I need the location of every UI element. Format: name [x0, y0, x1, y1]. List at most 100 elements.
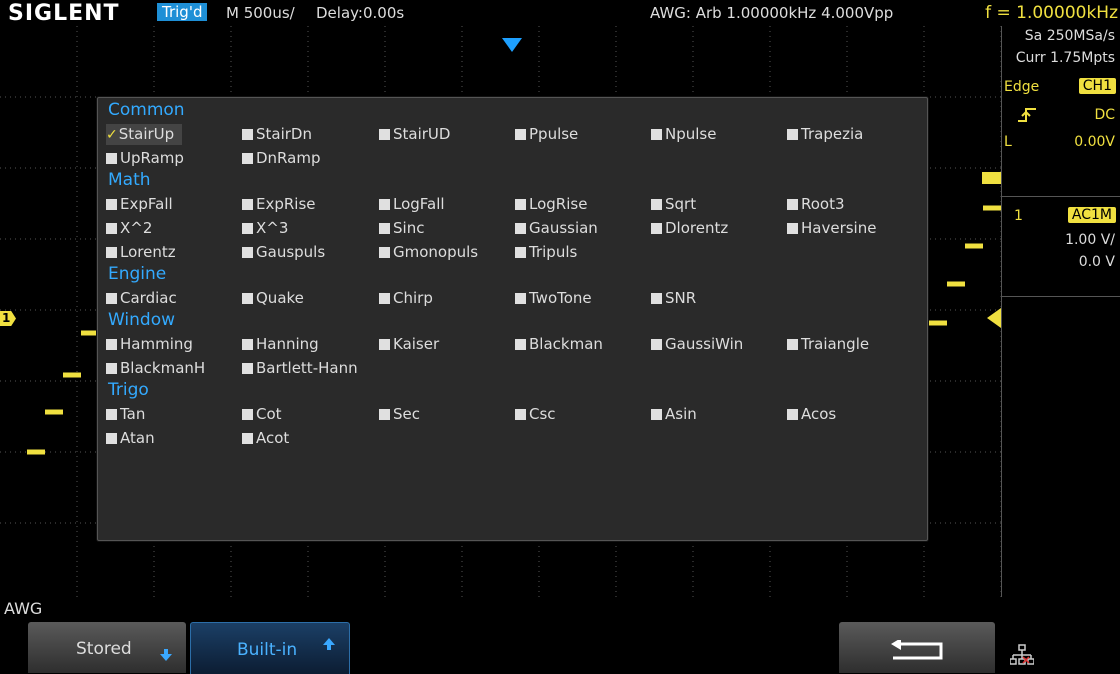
arrow-up-icon [323, 638, 335, 650]
waveform-option-gaussian[interactable]: Gaussian [515, 218, 598, 238]
waveform-option-tripuls[interactable]: Tripuls [515, 242, 577, 262]
waveform-option-logrise[interactable]: LogRise [515, 194, 587, 214]
return-button[interactable] [839, 622, 995, 673]
square-bullet-icon [242, 409, 253, 420]
sample-rate: Sa 250MSa/s [1024, 28, 1115, 44]
waveform-option-sinc[interactable]: Sinc [379, 218, 424, 238]
trigger-type: Edge [1004, 79, 1040, 95]
waveform-option-gauspuls[interactable]: Gauspuls [242, 242, 325, 262]
waveform-option-blackman[interactable]: Blackman [515, 334, 603, 354]
waveform-option-hamming[interactable]: Hamming [106, 334, 193, 354]
trigger-level-marker-icon [987, 308, 1001, 328]
waveform-option-hanning[interactable]: Hanning [242, 334, 319, 354]
waveform-option-asin[interactable]: Asin [651, 404, 697, 424]
waveform-option-trapezia[interactable]: Trapezia [787, 124, 863, 144]
square-bullet-icon [242, 433, 253, 444]
section-title-trigo: Trigo [108, 380, 149, 400]
channel1-section[interactable]: 1 AC1M 1.00 V/ 0.0 V [1002, 204, 1120, 294]
trigger-status-badge: Trig'd [157, 3, 208, 21]
stored-button[interactable]: Stored [28, 622, 186, 673]
waveform-option-chirp[interactable]: Chirp [379, 288, 433, 308]
waveform-option-lorentz[interactable]: Lorentz [106, 242, 176, 262]
waveform-option-npulse[interactable]: Npulse [651, 124, 716, 144]
waveform-option-expfall[interactable]: ExpFall [106, 194, 173, 214]
waveform-option-label: StairUp [118, 125, 175, 143]
waveform-option-label: Hanning [256, 335, 319, 353]
waveform-option-x-3[interactable]: X^3 [242, 218, 288, 238]
square-bullet-icon [106, 363, 117, 374]
waveform-option-label: Dlorentz [665, 219, 729, 237]
waveform-option-x-2[interactable]: X^2 [106, 218, 152, 238]
waveform-option-label: Gmonopuls [393, 243, 479, 261]
delay-readout[interactable]: Delay:0.00s [316, 4, 404, 22]
waveform-option-root3[interactable]: Root3 [787, 194, 845, 214]
waveform-option-exprise[interactable]: ExpRise [242, 194, 316, 214]
waveform-option-snr[interactable]: SNR [651, 288, 696, 308]
waveform-option-label: Bartlett-Hann [256, 359, 358, 377]
waveform-option-cardiac[interactable]: Cardiac [106, 288, 177, 308]
waveform-option-label: StairDn [256, 125, 312, 143]
waveform-option-blackmanh[interactable]: BlackmanH [106, 358, 205, 378]
waveform-option-acos[interactable]: Acos [787, 404, 836, 424]
trigger-level-value: 0.00V [1074, 134, 1115, 150]
square-bullet-icon [651, 293, 662, 304]
section-title-math: Math [108, 170, 151, 190]
waveform-option-traiangle[interactable]: Traiangle [787, 334, 869, 354]
waveform-option-cot[interactable]: Cot [242, 404, 282, 424]
waveform-option-stairdn[interactable]: StairDn [242, 124, 312, 144]
waveform-option-dlorentz[interactable]: Dlorentz [651, 218, 728, 238]
waveform-option-label: BlackmanH [120, 359, 206, 377]
square-bullet-icon [106, 409, 117, 420]
square-bullet-icon [106, 339, 117, 350]
waveform-option-label: Atan [120, 429, 155, 447]
waveform-option-upramp[interactable]: UpRamp [106, 148, 184, 168]
waveform-option-label: Ppulse [529, 125, 579, 143]
square-bullet-icon [379, 129, 390, 140]
square-bullet-icon [379, 199, 390, 210]
waveform-option-acot[interactable]: Acot [242, 428, 289, 448]
square-bullet-icon [515, 129, 526, 140]
waveform-option-label: ExpFall [120, 195, 173, 213]
timebase-readout[interactable]: M 500us/ [226, 4, 295, 22]
square-bullet-icon [515, 293, 526, 304]
square-bullet-icon [787, 409, 798, 420]
checkmark-icon: ✓ [106, 127, 118, 143]
trigger-coupling: DC [1094, 107, 1115, 123]
waveform-option-kaiser[interactable]: Kaiser [379, 334, 439, 354]
square-bullet-icon [242, 129, 253, 140]
waveform-option-ppulse[interactable]: Ppulse [515, 124, 578, 144]
waveform-option-haversine[interactable]: Haversine [787, 218, 876, 238]
square-bullet-icon [787, 339, 798, 350]
waveform-option-bartlett-hann[interactable]: Bartlett-Hann [242, 358, 358, 378]
waveform-option-gmonopuls[interactable]: Gmonopuls [379, 242, 478, 262]
builtin-button[interactable]: Built-in [190, 622, 350, 674]
square-bullet-icon [515, 339, 526, 350]
waveform-option-label: Cot [256, 405, 282, 423]
waveform-option-twotone[interactable]: TwoTone [515, 288, 592, 308]
waveform-option-quake[interactable]: Quake [242, 288, 304, 308]
status-bar: SIGLENT Trig'd M 500us/ Delay:0.00s AWG:… [0, 0, 1120, 26]
waveform-option-stairup[interactable]: ✓StairUp [106, 124, 183, 145]
waveform-option-dnramp[interactable]: DnRamp [242, 148, 320, 168]
waveform-option-sqrt[interactable]: Sqrt [651, 194, 696, 214]
square-bullet-icon [651, 223, 662, 234]
waveform-option-label: Blackman [529, 335, 603, 353]
square-bullet-icon [787, 223, 798, 234]
square-bullet-icon [379, 293, 390, 304]
waveform-option-logfall[interactable]: LogFall [379, 194, 445, 214]
waveform-option-gaussiwin[interactable]: GaussiWin [651, 334, 743, 354]
waveform-option-label: Hamming [120, 335, 193, 353]
waveform-option-tan[interactable]: Tan [106, 404, 145, 424]
waveform-option-label: Gaussian [529, 219, 598, 237]
trigger-section[interactable]: Edge CH1 DC L 0.00V [1002, 72, 1120, 192]
waveform-option-label: Haversine [801, 219, 877, 237]
square-bullet-icon [106, 199, 117, 210]
waveform-option-csc[interactable]: Csc [515, 404, 556, 424]
square-bullet-icon [106, 223, 117, 234]
waveform-option-atan[interactable]: Atan [106, 428, 155, 448]
network-icon [1010, 644, 1034, 665]
stored-label: Stored [76, 639, 132, 659]
waveform-option-stairud[interactable]: StairUD [379, 124, 450, 144]
waveform-option-sec[interactable]: Sec [379, 404, 420, 424]
square-bullet-icon [106, 247, 117, 258]
